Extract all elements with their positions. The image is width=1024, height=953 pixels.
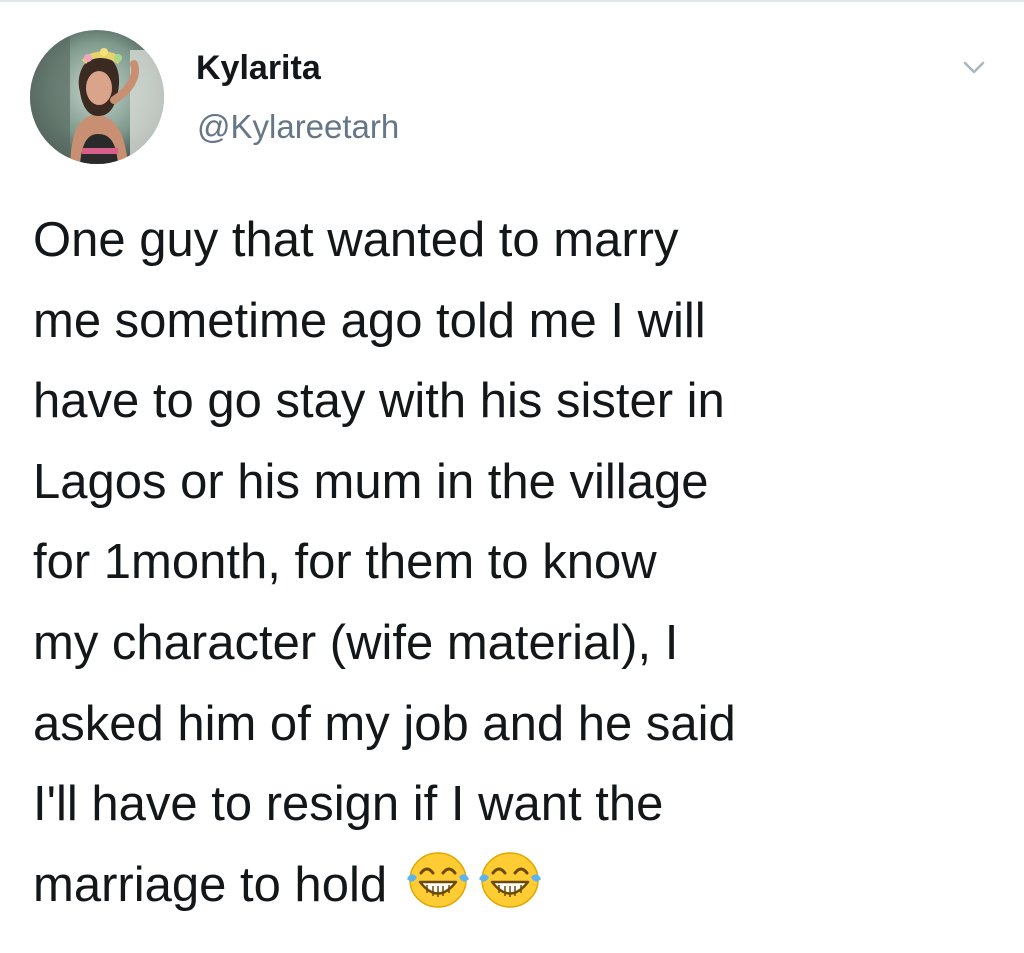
- tweet-text-line: asked him of my job and he said: [33, 696, 736, 751]
- tweet-text-line: One guy that wanted to marry: [33, 213, 679, 267]
- tweet-text-line: have to go stay with his sister in: [33, 374, 725, 429]
- chevron-down-icon: [963, 61, 985, 74]
- tweet-text-line: for 1month, for them to know: [33, 535, 657, 590]
- author-display-name[interactable]: Kylarita: [196, 46, 321, 90]
- author-handle[interactable]: @Kylareetarh: [197, 105, 399, 149]
- face-with-tears-of-joy-icon: [475, 849, 545, 911]
- tweet-text-line: marriage to hold: [33, 857, 388, 912]
- tweet-text-line: Lagos or his mum in the village: [33, 454, 709, 509]
- tweet-menu-button[interactable]: [958, 52, 990, 84]
- tweet-last-line: marriage to hold: [33, 845, 1008, 926]
- tweet-text-line: my character (wife material), I: [33, 615, 679, 670]
- tweet-text-line: I'll have to resign if I want the: [33, 777, 664, 832]
- tweet-text-line: me sometime ago told me I will: [33, 293, 706, 348]
- profile-photo-icon: [30, 30, 164, 164]
- top-divider: [0, 0, 1024, 2]
- tweet-text: One guy that wanted to marry me sometime…: [33, 200, 1008, 925]
- face-with-tears-of-joy-icon: [403, 849, 473, 911]
- author-avatar[interactable]: [30, 30, 164, 164]
